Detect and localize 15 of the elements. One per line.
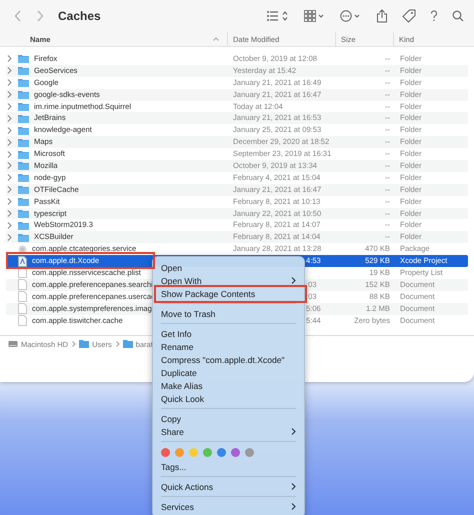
menu-item[interactable]: Quick Actions bbox=[153, 480, 304, 493]
menu-item[interactable]: Tags... bbox=[153, 460, 304, 473]
menu-item[interactable]: Open With bbox=[153, 274, 304, 287]
menu-item[interactable]: Services bbox=[153, 500, 304, 513]
menu-item[interactable]: Make Alias bbox=[153, 379, 304, 392]
menu-item[interactable]: Open bbox=[153, 261, 304, 274]
window-title: Caches bbox=[58, 9, 101, 23]
menu-item[interactable]: Get Info bbox=[153, 327, 304, 340]
menu-item[interactable]: Share bbox=[153, 425, 304, 438]
menu-item[interactable]: Compress "com.apple.dt.Xcode" bbox=[153, 353, 304, 366]
menu-item[interactable]: Show Package Contents bbox=[153, 287, 304, 300]
menu-item[interactable]: Quick Look bbox=[153, 392, 304, 405]
menu-item[interactable]: Duplicate bbox=[153, 366, 304, 379]
menu-item[interactable]: Copy bbox=[153, 412, 304, 425]
menu-item[interactable]: Rename bbox=[153, 340, 304, 353]
